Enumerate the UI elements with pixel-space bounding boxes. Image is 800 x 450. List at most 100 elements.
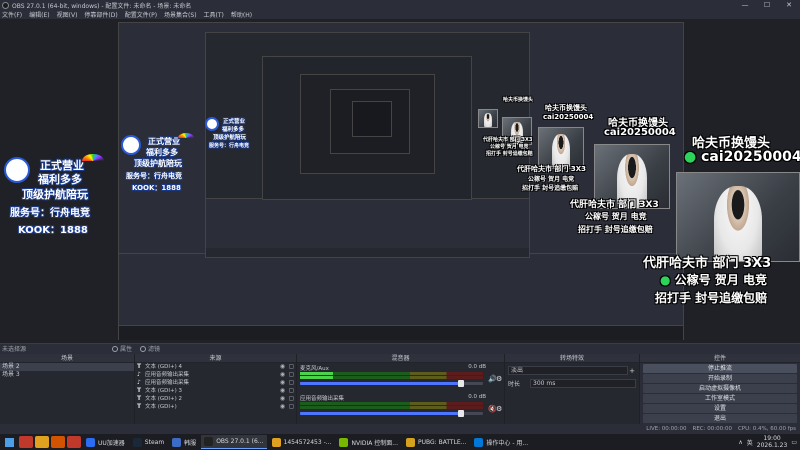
- taskbar-app[interactable]: 韩服: [169, 435, 199, 449]
- clock-time: 19:00: [763, 435, 781, 442]
- start-button[interactable]: [0, 434, 18, 450]
- menu-file[interactable]: 文件(F): [2, 10, 22, 19]
- mixer-dock-title: 混音器: [297, 354, 504, 363]
- lock-icon[interactable]: ▢: [287, 371, 296, 379]
- visibility-eye-icon[interactable]: ◉: [278, 379, 287, 387]
- language-indicator[interactable]: 英: [747, 438, 753, 447]
- volume-slider[interactable]: [300, 410, 483, 417]
- taskbar-app[interactable]: NVIDIA 控制面...: [336, 435, 401, 449]
- studio-mode-button[interactable]: 工作室模式: [643, 394, 797, 403]
- start-recording-button[interactable]: 开始录制: [643, 374, 797, 383]
- filters-button[interactable]: 滤镜: [140, 344, 160, 353]
- gear-icon[interactable]: ⚙: [496, 406, 503, 413]
- source-item[interactable]: ♪ 应用音频输出采集 ◉ ▢: [135, 371, 296, 379]
- taskbar-app[interactable]: UU加速器: [83, 435, 128, 449]
- settings-button[interactable]: 设置: [643, 404, 797, 413]
- recursive-docks-2: [206, 198, 529, 248]
- speaker-muted-icon[interactable]: 🔇: [488, 406, 497, 413]
- menu-view[interactable]: 视图(V): [57, 10, 78, 19]
- menu-scene-collection[interactable]: 场景集合(S): [164, 10, 197, 19]
- window-title: OBS 27.0.1 (64-bit, windows) - 配置文件: 未命名…: [12, 2, 192, 10]
- controls-dock: 控件 停止推流 开始录制 启动虚拟摄像机 工作室模式 设置 退出: [640, 354, 800, 434]
- close-button[interactable]: ✕: [778, 0, 800, 10]
- source-item[interactable]: ♪ 应用音频输出采集 ◉ ▢: [135, 379, 296, 387]
- menu-profile[interactable]: 配置文件(P): [125, 10, 157, 19]
- window-controls: — ☐ ✕: [734, 0, 800, 10]
- stop-streaming-button[interactable]: 停止推流: [643, 364, 797, 373]
- visibility-eye-icon[interactable]: ◉: [278, 395, 287, 403]
- add-transition-button[interactable]: +: [628, 367, 636, 375]
- source-item[interactable]: T 文本 (GDI+) 2 ◉ ▢: [135, 395, 296, 403]
- minimize-button[interactable]: —: [734, 0, 756, 10]
- menu-docks[interactable]: 停靠部件(D): [84, 10, 117, 19]
- recursive-preview-6: [352, 101, 392, 137]
- taskbar-app-obs[interactable]: OBS 27.0.1 (6...: [201, 435, 267, 449]
- scenes-list: 场景 2 场景 3: [0, 363, 134, 424]
- lock-icon[interactable]: ▢: [287, 395, 296, 403]
- pinned-app-icon[interactable]: [19, 436, 33, 448]
- source-item[interactable]: T 文本 (GDI+) 3 ◉ ▢: [135, 387, 296, 395]
- pinned-app-icon[interactable]: [67, 436, 81, 448]
- live-status: LIVE: 00:00:00: [646, 426, 687, 432]
- speaker-icon[interactable]: 🔊: [488, 376, 497, 383]
- promo-exchange-3: 哈夫币换馒头: [545, 104, 587, 112]
- wechat-icon-2: ●: [660, 273, 671, 287]
- duration-input[interactable]: 300 ms: [530, 379, 636, 388]
- menu-help[interactable]: 帮助(H): [231, 10, 252, 19]
- docks-area: 场景 场景 2 场景 3 + — ∧ ∨ 来源 T文本 (GDI+) 4◉▢ ♪…: [0, 354, 800, 434]
- start-virtual-camera-button[interactable]: 启动虚拟摄像机: [643, 384, 797, 393]
- properties-button[interactable]: 属性: [112, 344, 132, 353]
- visibility-eye-icon[interactable]: ◉: [278, 363, 287, 371]
- promo-line1-2: 代肝哈夫市 部门 3X3: [570, 200, 659, 210]
- scenes-dock-title: 场景: [0, 354, 134, 363]
- promo-line3-3: 招打手 封号追缴包赔: [522, 185, 579, 192]
- taskbar-app[interactable]: 操作中心 - 用...: [471, 435, 531, 449]
- visibility-eye-icon[interactable]: ◉: [278, 403, 287, 411]
- rainbow-icon: [82, 154, 104, 168]
- mascot-icon: [4, 157, 30, 183]
- level-meter: [300, 376, 483, 379]
- volume-knob[interactable]: [458, 410, 465, 417]
- visibility-eye-icon[interactable]: ◉: [278, 387, 287, 395]
- status-bar: LIVE: 00:00:00 REC: 00:00:00 CPU: 0.4%, …: [0, 424, 800, 434]
- menu-tools[interactable]: 工具(T): [204, 10, 224, 19]
- taskbar-apps: UU加速器 Steam 韩服 OBS 27.0.1 (6... 14545724…: [82, 435, 532, 449]
- preview-canvas[interactable]: 哈夫币换馒头 ● cai20250004 代肝哈夫市 部门 3X3 ● 公稼号 …: [0, 19, 800, 343]
- visibility-eye-icon[interactable]: ◉: [278, 371, 287, 379]
- sources-list: T 文本 (GDI+) 4 ◉ ▢ ♪ 应用音频输出采集 ◉ ▢ ♪ 应用音频输出采集 ◉ ▢ T…: [135, 363, 296, 424]
- scene-item[interactable]: 场景 3: [0, 371, 134, 379]
- promo-wechat-2: cai20250004: [604, 127, 676, 138]
- lock-icon[interactable]: ▢: [287, 363, 296, 371]
- lock-icon[interactable]: ▢: [287, 387, 296, 395]
- menu-edit[interactable]: 编辑(E): [29, 10, 49, 19]
- filter-icon: [140, 345, 147, 352]
- transition-type-row: 淡出 +: [505, 365, 639, 376]
- lock-icon[interactable]: ▢: [287, 379, 296, 387]
- promo-line2-3: 公稼号 贺月 电竞: [528, 176, 575, 183]
- promo-wechat-3: cai20250004: [543, 113, 594, 121]
- notification-icon[interactable]: ▭: [791, 439, 797, 446]
- promo-line3: 招打手 封号追缴包赔: [655, 291, 768, 305]
- taskbar-app[interactable]: Steam: [130, 435, 167, 449]
- transition-type-select[interactable]: 淡出: [508, 366, 628, 375]
- chevron-up-icon[interactable]: ∧: [738, 439, 742, 446]
- source-item[interactable]: T 文本 (GDI+) 4 ◉ ▢: [135, 363, 296, 371]
- volume-knob[interactable]: [458, 380, 465, 387]
- gear-icon[interactable]: ⚙: [496, 376, 503, 383]
- source-item[interactable]: T 文本 (GDI+) ◉ ▢: [135, 403, 296, 411]
- exit-button[interactable]: 退出: [643, 414, 797, 423]
- pinned-app-icon[interactable]: [51, 436, 65, 448]
- mascot-icon-2: [121, 135, 141, 155]
- taskbar-app[interactable]: 1454572453 -...: [269, 435, 335, 449]
- maximize-button[interactable]: ☐: [756, 0, 778, 10]
- taskbar-app[interactable]: PUBG: BATTLE...: [403, 435, 469, 449]
- pinned-app-icon[interactable]: [35, 436, 49, 448]
- volume-slider[interactable]: [300, 380, 483, 387]
- scene-item[interactable]: 场景 2: [0, 363, 134, 371]
- system-tray: ∧ 英 19:00 2026.1.23 ▭: [738, 435, 800, 449]
- webcam-feed-nested-4: [478, 109, 498, 128]
- taskbar-clock[interactable]: 19:00 2026.1.23: [757, 435, 788, 449]
- lock-icon[interactable]: ▢: [287, 403, 296, 411]
- promo-line1: 代肝哈夫市 部门 3X3: [643, 256, 772, 271]
- source-toolbar: 未选择源 属性 滤镜: [0, 343, 800, 353]
